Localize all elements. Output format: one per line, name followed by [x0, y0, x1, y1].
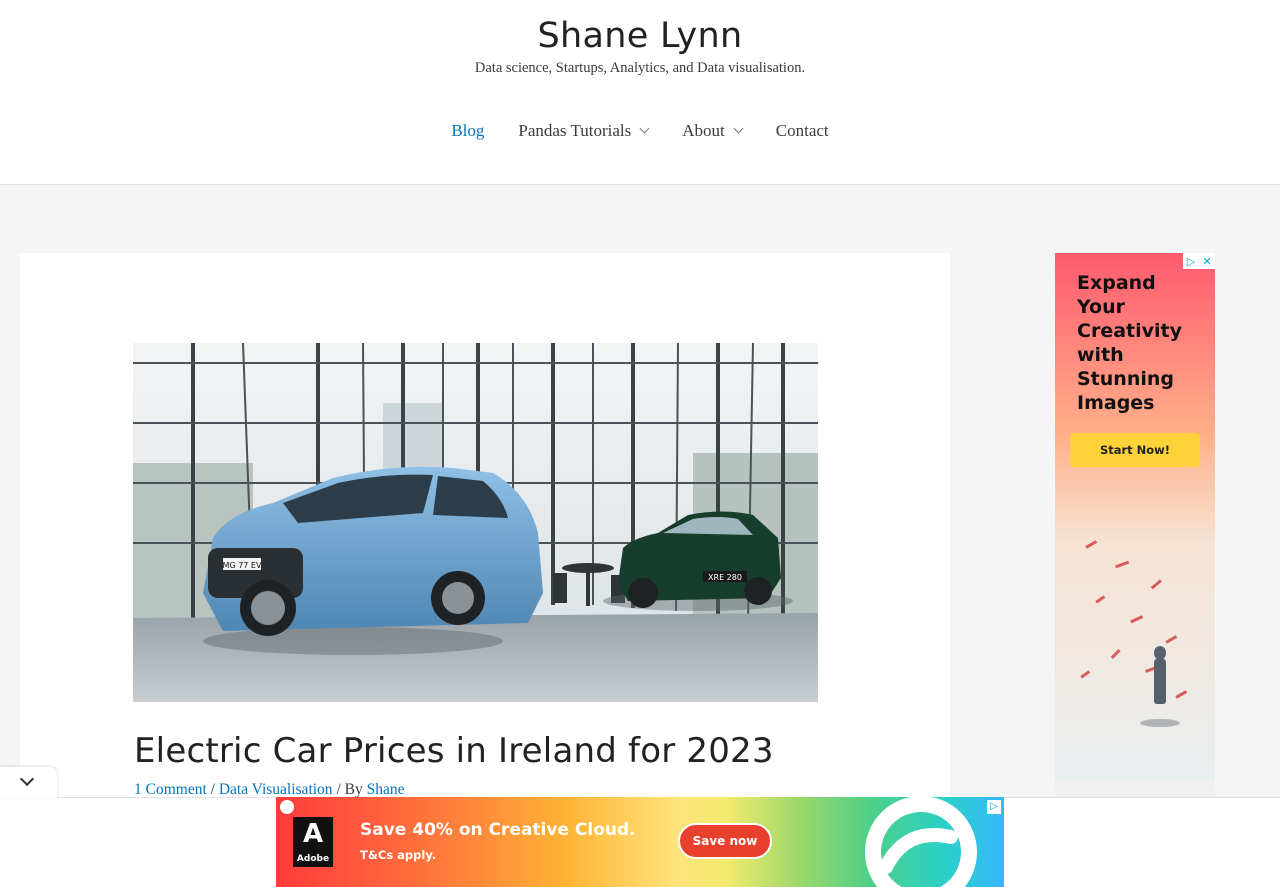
plate-text-blue: MG 77 EV: [223, 561, 262, 570]
close-icon[interactable]: ✕: [1199, 253, 1215, 269]
nav-item-label: Contact: [775, 121, 829, 140]
adobe-logo-word: Adobe: [296, 854, 330, 864]
sidebar-ad-cta-button[interactable]: Start Now!: [1070, 433, 1200, 467]
plate-text-green: XRE 280: [708, 573, 742, 582]
showroom-cars-illustration: MG 77 EV XRE 280: [133, 343, 818, 702]
bottom-ad-headline: Save 40% on Creative Cloud.: [360, 820, 636, 840]
bottom-ad-subtext: T&Cs apply.: [360, 848, 437, 862]
meta-separator: /: [206, 781, 219, 798]
adchoices-icon[interactable]: ▷: [987, 800, 1001, 814]
adobe-logo: A Adobe: [293, 817, 333, 867]
site-title[interactable]: Shane Lynn: [0, 16, 1280, 56]
nav-item-label: Pandas Tutorials: [518, 121, 632, 140]
comments-link[interactable]: 1 Comment: [134, 781, 207, 798]
nav-item-about[interactable]: About: [665, 118, 759, 144]
sidebar-spacer: [1055, 779, 1215, 799]
author-link[interactable]: Shane: [367, 781, 405, 798]
bottom-ad-banner[interactable]: A Adobe Save 40% on Creative Cloud. T&Cs…: [276, 797, 1004, 887]
nav-item-label: About: [682, 121, 725, 140]
main-nav: Blog Pandas Tutorials About Contact: [0, 118, 1280, 144]
nav-item-label: Blog: [451, 121, 485, 140]
adchoices-badge[interactable]: ▷ ✕: [1183, 253, 1215, 269]
chevron-down-icon: [639, 123, 650, 134]
ad-shield-icon: [280, 800, 294, 814]
featured-image[interactable]: MG 77 EV XRE 280: [133, 343, 818, 702]
site-tagline: Data science, Startups, Analytics, and D…: [474, 60, 806, 76]
chevron-down-icon: [19, 771, 35, 787]
nav-item-blog[interactable]: Blog: [434, 118, 501, 144]
article-card: MG 77 EV XRE 280 Electric Car Prices in …: [20, 253, 950, 887]
bottom-ad-cta-button[interactable]: Save now: [678, 823, 772, 859]
collapse-ad-tab[interactable]: [0, 767, 57, 798]
sidebar-ad[interactable]: ▷ ✕ Expand Your Creativity with Stunning…: [1055, 253, 1215, 779]
adchoices-icon[interactable]: ▷: [1183, 253, 1199, 269]
site-header: Shane Lynn Data science, Startups, Analy…: [0, 0, 1280, 185]
category-link[interactable]: Data Visualisation: [219, 781, 333, 798]
post-title: Electric Car Prices in Ireland for 2023: [134, 731, 774, 771]
nav-item-contact[interactable]: Contact: [759, 118, 846, 144]
creative-cloud-icon: [865, 797, 977, 887]
sidebar-ad-headline: Expand Your Creativity with Stunning Ima…: [1077, 272, 1182, 414]
meta-by: / By: [332, 781, 367, 798]
nav-item-pandas-tutorials[interactable]: Pandas Tutorials: [501, 118, 665, 144]
adobe-logo-mark: A: [302, 819, 324, 849]
chevron-down-icon: [733, 123, 744, 134]
